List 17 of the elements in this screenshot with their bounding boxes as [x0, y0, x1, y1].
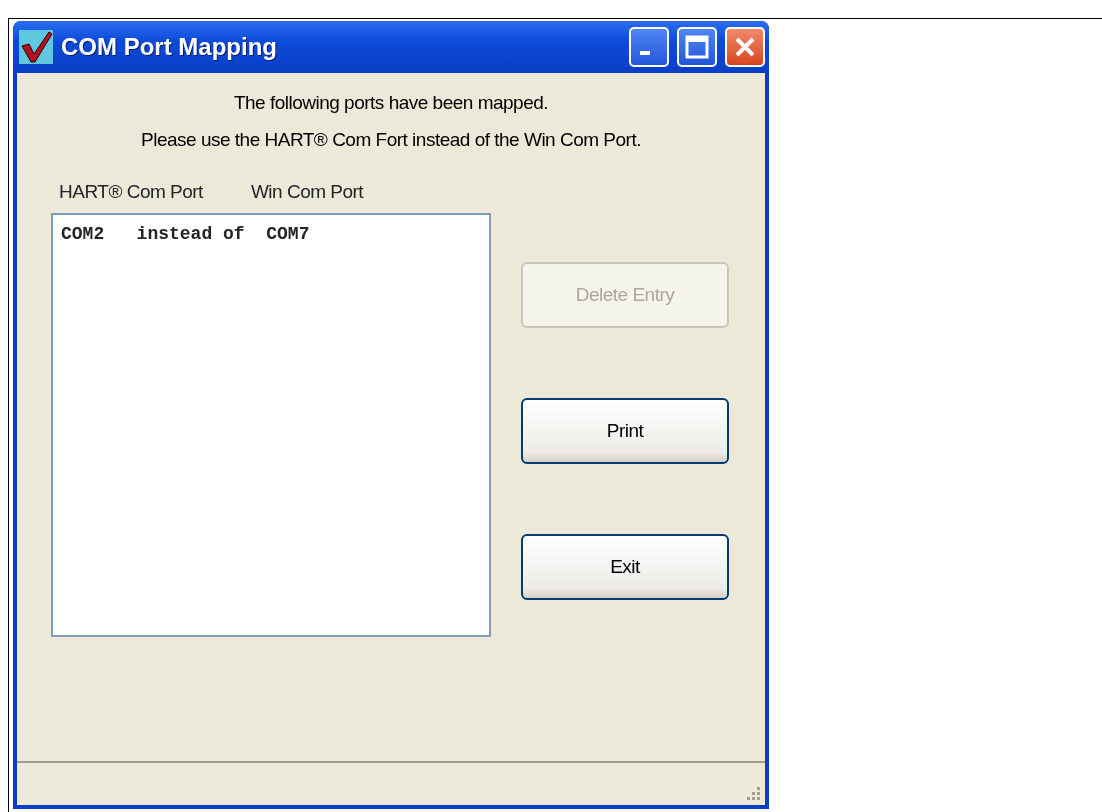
minimize-icon	[640, 51, 650, 55]
resize-grip-icon	[745, 785, 761, 801]
message-text: Please use the HART® Com Fort instead of the Win Com Port.	[140, 127, 642, 152]
minimize-button[interactable]	[629, 27, 669, 67]
close-button[interactable]	[725, 27, 765, 67]
checkmark-icon	[19, 30, 53, 64]
maximize-icon	[685, 35, 709, 59]
maximize-button[interactable]	[677, 27, 717, 67]
column-header: Win Com Port	[250, 180, 364, 204]
column-header: HART® Com Port	[59, 180, 203, 204]
port-list[interactable]: COM2 instead of COM7	[51, 212, 491, 637]
window-title: COM Port Mapping	[61, 32, 278, 62]
dialog-button[interactable]: Exit	[521, 534, 729, 600]
list-item[interactable]: COM2 instead of COM7	[61, 220, 481, 248]
close-icon	[733, 35, 757, 59]
message-text: The following ports have been mapped.	[232, 91, 550, 115]
dialog-button[interactable]: Print	[521, 398, 729, 464]
